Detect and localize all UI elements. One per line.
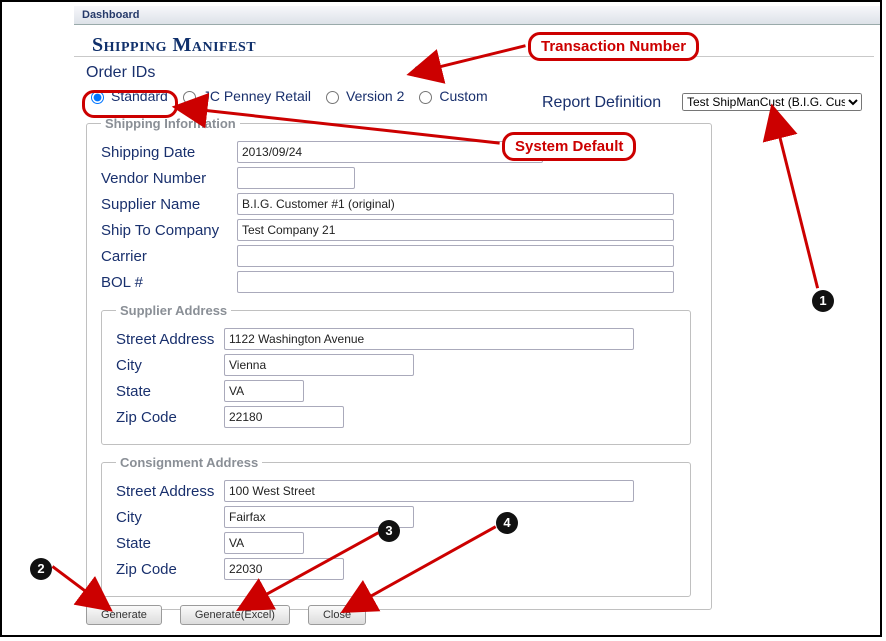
- radio-standard-label: Standard: [111, 88, 168, 104]
- supplier-street-label: Street Address: [116, 331, 224, 348]
- radio-standard-input[interactable]: [91, 91, 104, 104]
- annotation-marker-4: 4: [496, 512, 518, 534]
- supplier-street-input[interactable]: [224, 328, 634, 350]
- radio-custom-label: Custom: [439, 88, 487, 104]
- consign-state-input[interactable]: [224, 532, 304, 554]
- radio-jcpenney-input[interactable]: [183, 91, 196, 104]
- app-window: Dashboard Shipping Manifest Order IDs 20…: [0, 0, 882, 637]
- radio-custom-input[interactable]: [419, 91, 432, 104]
- consignment-address-legend: Consignment Address: [116, 455, 262, 470]
- supplier-city-input[interactable]: [224, 354, 414, 376]
- page-title: Shipping Manifest: [92, 34, 256, 57]
- annotation-marker-3: 3: [378, 520, 400, 542]
- close-button[interactable]: Close: [308, 605, 366, 625]
- supplier-name-label: Supplier Name: [101, 196, 237, 213]
- radio-version2-label: Version 2: [346, 88, 404, 104]
- consign-city-label: City: [116, 509, 224, 526]
- order-ids-value: 20: [414, 64, 432, 82]
- radio-jcpenney[interactable]: JC Penney Retail: [178, 88, 311, 104]
- row-supplier-state: State: [116, 380, 676, 402]
- carrier-label: Carrier: [101, 248, 237, 265]
- annotation-system-default: System Default: [502, 132, 636, 161]
- consign-zip-label: Zip Code: [116, 561, 224, 578]
- row-supplier-city: City: [116, 354, 676, 376]
- consign-zip-input[interactable]: [224, 558, 344, 580]
- row-consign-street: Street Address: [116, 480, 676, 502]
- button-bar: Generate Generate(Excel) Close: [86, 605, 366, 625]
- supplier-zip-input[interactable]: [224, 406, 344, 428]
- supplier-zip-label: Zip Code: [116, 409, 224, 426]
- order-ids-label: Order IDs: [86, 64, 155, 82]
- vendor-number-label: Vendor Number: [101, 170, 237, 187]
- bol-input[interactable]: [237, 271, 674, 293]
- row-consign-zip: Zip Code: [116, 558, 676, 580]
- dashboard-link[interactable]: Dashboard: [82, 9, 139, 21]
- row-vendor-number: Vendor Number: [101, 167, 697, 189]
- supplier-name-input[interactable]: [237, 193, 674, 215]
- shipping-date-input[interactable]: [237, 141, 543, 163]
- row-supplier-street: Street Address: [116, 328, 676, 350]
- supplier-address-legend: Supplier Address: [116, 303, 231, 318]
- row-supplier-zip: Zip Code: [116, 406, 676, 428]
- consign-street-input[interactable]: [224, 480, 634, 502]
- row-carrier: Carrier: [101, 245, 697, 267]
- supplier-state-label: State: [116, 383, 224, 400]
- row-ship-to-company: Ship To Company: [101, 219, 697, 241]
- shipping-information-legend: Shipping Information: [101, 116, 240, 131]
- radio-standard[interactable]: Standard: [86, 88, 168, 104]
- shipping-date-label: Shipping Date: [101, 144, 237, 161]
- radio-version2-input[interactable]: [326, 91, 339, 104]
- shipping-information-fieldset: Shipping Information Shipping Date 12 Ve…: [86, 116, 712, 610]
- ship-to-company-input[interactable]: [237, 219, 674, 241]
- radio-jcpenney-label: JC Penney Retail: [203, 88, 311, 104]
- report-definition-select[interactable]: Test ShipManCust (B.I.G. Cus: [682, 93, 862, 111]
- supplier-city-label: City: [116, 357, 224, 374]
- annotation-marker-1: 1: [812, 290, 834, 312]
- supplier-address-fieldset: Supplier Address Street Address City Sta…: [101, 303, 691, 445]
- generate-excel-button[interactable]: Generate(Excel): [180, 605, 290, 625]
- carrier-input[interactable]: [237, 245, 674, 267]
- generate-button[interactable]: Generate: [86, 605, 162, 625]
- vendor-number-input[interactable]: [237, 167, 355, 189]
- consign-state-label: State: [116, 535, 224, 552]
- order-id-row: Order IDs 20: [86, 64, 868, 82]
- annotation-marker-2: 2: [30, 558, 52, 580]
- radio-version2[interactable]: Version 2: [321, 88, 404, 104]
- report-definition-label: Report Definition: [542, 94, 661, 112]
- title-rule: [74, 56, 874, 57]
- consign-street-label: Street Address: [116, 483, 224, 500]
- bol-label: BOL #: [101, 274, 237, 291]
- radio-custom[interactable]: Custom: [414, 88, 487, 104]
- dashboard-bar: Dashboard: [74, 6, 880, 25]
- supplier-state-input[interactable]: [224, 380, 304, 402]
- ship-to-company-label: Ship To Company: [101, 222, 237, 239]
- top-area: Order IDs 20 Standard JC Penney Retail V…: [86, 64, 868, 104]
- row-supplier-name: Supplier Name: [101, 193, 697, 215]
- row-bol: BOL #: [101, 271, 697, 293]
- annotation-transaction-number: Transaction Number: [528, 32, 699, 61]
